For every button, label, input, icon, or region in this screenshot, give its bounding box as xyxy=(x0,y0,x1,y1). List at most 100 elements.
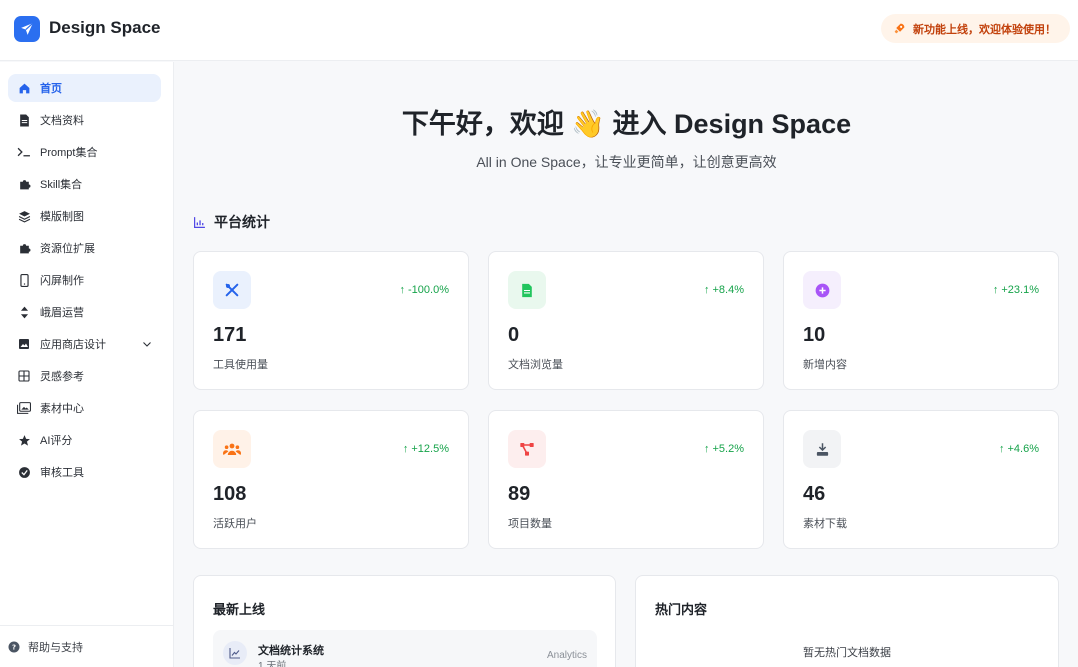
sidebar: 首页 文档资料 Prompt集合 Skill集合 模版制图 资源位扩展 闪屏制作… xyxy=(0,62,174,667)
help-icon: ? xyxy=(8,641,20,652)
stats-section-title: 平台统计 xyxy=(193,212,270,232)
image-icon xyxy=(17,337,31,351)
chevron-down-icon[interactable] xyxy=(141,338,153,350)
welcome-subtitle: All in One Space，让专业更简单，让创意更高效 xyxy=(476,154,777,170)
trend-indicator: ↑ +4.6% xyxy=(999,443,1039,455)
document-icon xyxy=(17,113,31,127)
layers-icon xyxy=(17,209,31,223)
trend-indicator: ↑ +23.1% xyxy=(992,284,1039,296)
sidebar-item-documents[interactable]: 文档资料 xyxy=(8,106,161,134)
stat-value: 89 xyxy=(508,483,531,505)
stat-card-active-users[interactable]: ↑ +12.5% 108 活跃用户 xyxy=(193,410,469,549)
users-icon xyxy=(213,430,251,468)
sidebar-item-materials[interactable]: 素材中心 xyxy=(8,394,161,422)
sort-icon xyxy=(17,305,31,319)
sidebar-item-splash[interactable]: 闪屏制作 xyxy=(8,266,161,294)
sidebar-item-label: Prompt集合 xyxy=(40,147,98,159)
sidebar-item-ai-score[interactable]: AI评分 xyxy=(8,426,161,454)
sidebar-item-inspiration[interactable]: 灵感参考 xyxy=(8,362,161,390)
stat-card-downloads[interactable]: ↑ +4.6% 46 素材下载 xyxy=(783,410,1059,549)
top-header: Design Space 新功能上线，欢迎体验使用！ xyxy=(0,0,1078,61)
stat-value: 108 xyxy=(213,483,247,505)
logo[interactable] xyxy=(14,16,40,42)
stat-label: 新增内容 xyxy=(803,359,847,371)
list-item[interactable]: 文档统计系统 1 天前 Analytics xyxy=(213,630,597,667)
hot-panel: 热门内容 暂无热门文档数据 xyxy=(635,575,1059,667)
list-item-time: 1 天前 xyxy=(258,661,287,667)
latest-panel-title: 最新上线 xyxy=(213,602,266,617)
arrow-up-icon: ↑ xyxy=(999,443,1005,455)
sidebar-item-label: AI评分 xyxy=(40,435,73,447)
stat-card-doc-views[interactable]: ↑ +8.4% 0 文档浏览量 xyxy=(488,251,764,390)
nodes-icon xyxy=(508,430,546,468)
stat-label: 活跃用户 xyxy=(213,518,257,530)
sidebar-item-label: 峨眉运营 xyxy=(40,307,84,319)
tools-icon xyxy=(213,271,251,309)
sidebar-item-label: 文档资料 xyxy=(40,115,84,127)
trend-indicator: ↑ +5.2% xyxy=(704,443,744,455)
trend-indicator: ↑ -100.0% xyxy=(399,284,449,296)
gallery-icon xyxy=(17,401,31,415)
stat-value: 0 xyxy=(508,324,520,346)
stat-value: 46 xyxy=(803,483,826,505)
sidebar-item-label: 素材中心 xyxy=(40,403,84,415)
plus-circle-icon xyxy=(803,271,841,309)
help-support-link[interactable]: ? 帮助与支持 xyxy=(0,625,174,667)
help-support-label: 帮助与支持 xyxy=(28,641,83,654)
stat-card-projects[interactable]: ↑ +5.2% 89 项目数量 xyxy=(488,410,764,549)
sidebar-item-appstore[interactable]: 应用商店设计 xyxy=(8,330,161,358)
list-item-tag: Analytics xyxy=(546,650,587,661)
trend-indicator: ↑ +12.5% xyxy=(402,443,449,455)
brand-name[interactable]: Design Space xyxy=(49,18,161,38)
arrow-up-icon: ↑ xyxy=(992,284,999,296)
announcement-text: 新功能上线，欢迎体验使用！ xyxy=(913,23,1056,36)
arrow-up-icon: ↑ xyxy=(399,284,406,296)
bar-chart-icon xyxy=(194,216,205,228)
sidebar-item-review[interactable]: 审核工具 xyxy=(8,458,161,486)
sidebar-item-label: Skill集合 xyxy=(40,179,83,191)
sidebar-item-skill[interactable]: Skill集合 xyxy=(8,170,161,198)
sidebar-item-templates[interactable]: 模版制图 xyxy=(8,202,161,230)
puzzle-icon xyxy=(17,241,31,255)
announcement-badge[interactable]: 新功能上线，欢迎体验使用！ xyxy=(881,14,1070,43)
hot-panel-title: 热门内容 xyxy=(655,602,708,617)
stat-label: 素材下载 xyxy=(803,518,847,530)
stat-card-tool-usage[interactable]: ↑ -100.0% 171 工具使用量 xyxy=(193,251,469,390)
wave-emoji: 👋 xyxy=(571,109,606,139)
welcome-title: 下午好，欢迎 👋 进入 Design Space xyxy=(175,102,1078,141)
arrow-up-icon: ↑ xyxy=(402,443,409,455)
star-icon xyxy=(17,433,31,447)
sidebar-item-label: 应用商店设计 xyxy=(40,339,106,351)
main-content: 下午好，欢迎 👋 进入 Design Space All in One Spac… xyxy=(175,62,1078,667)
sidebar-item-emei[interactable]: 峨眉运营 xyxy=(8,298,161,326)
arrow-up-icon: ↑ xyxy=(704,443,710,455)
empty-state-text: 暂无热门文档数据 xyxy=(803,647,891,659)
arrow-up-icon: ↑ xyxy=(704,284,710,296)
stat-label: 工具使用量 xyxy=(213,359,268,371)
paper-plane-icon xyxy=(21,22,34,35)
stat-label: 文档浏览量 xyxy=(508,359,563,371)
welcome-title-post: 进入 Design Space xyxy=(612,109,852,139)
stat-value: 171 xyxy=(213,324,247,346)
sidebar-item-label: 审核工具 xyxy=(40,467,84,479)
check-circle-icon xyxy=(17,465,31,479)
sidebar-item-label: 资源位扩展 xyxy=(40,243,95,255)
grid-icon xyxy=(17,369,31,383)
phone-icon xyxy=(17,273,31,287)
sidebar-item-label: 灵感参考 xyxy=(40,371,84,383)
rocket-icon xyxy=(894,23,905,34)
file-icon xyxy=(508,271,546,309)
sidebar-item-label: 模版制图 xyxy=(40,211,84,223)
sidebar-item-prompt[interactable]: Prompt集合 xyxy=(8,138,161,166)
sidebar-item-label: 闪屏制作 xyxy=(40,275,84,287)
stat-card-new-content[interactable]: ↑ +23.1% 10 新增内容 xyxy=(783,251,1059,390)
stat-label: 项目数量 xyxy=(508,518,552,530)
sidebar-item-home[interactable]: 首页 xyxy=(8,74,161,102)
trend-indicator: ↑ +8.4% xyxy=(704,284,744,296)
analytics-icon xyxy=(223,641,247,665)
sidebar-item-label: 首页 xyxy=(40,83,62,95)
home-icon xyxy=(17,81,31,95)
list-item-title: 文档统计系统 xyxy=(258,645,324,657)
sidebar-item-resource-ext[interactable]: 资源位扩展 xyxy=(8,234,161,262)
welcome-title-pre: 下午好，欢迎 xyxy=(401,109,564,139)
